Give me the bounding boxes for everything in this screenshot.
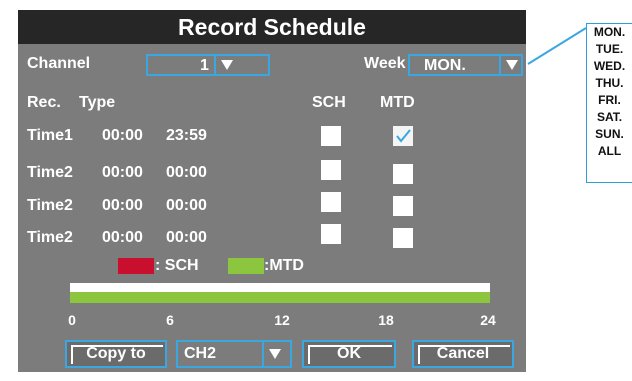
record-schedule-dialog: Record Schedule Channel 1 Week MON. Rec.… [18, 10, 526, 372]
week-label: Week [364, 55, 406, 72]
week-option[interactable]: SAT. [587, 109, 632, 126]
week-value: MON. [424, 57, 466, 74]
mtd-legend-swatch [228, 258, 264, 274]
col-mtd: MTD [380, 94, 415, 111]
sch-legend-swatch [118, 258, 154, 274]
ok-label: OK [337, 345, 361, 362]
mtd-checkbox[interactable] [393, 164, 413, 184]
copy-channel-select[interactable]: CH2 [176, 340, 292, 368]
timeline-bar [70, 283, 490, 303]
channel-select[interactable]: 1 [146, 54, 270, 76]
chevron-down-icon [506, 60, 518, 70]
timeline-tick: 18 [378, 312, 394, 328]
timeline-tick: 12 [274, 312, 290, 328]
col-sch: SCH [312, 94, 346, 111]
cancel-label: Cancel [436, 345, 490, 362]
week-option[interactable]: ALL [587, 143, 632, 160]
dialog-title: Record Schedule [18, 10, 526, 44]
timeline-tick: 0 [68, 312, 76, 328]
week-option[interactable]: TUE. [587, 41, 632, 58]
week-option[interactable]: WED. [587, 58, 632, 75]
copy-channel-dropdown-arrow[interactable] [262, 342, 286, 366]
sch-checkbox[interactable] [321, 224, 341, 244]
week-option[interactable]: THU. [587, 75, 632, 92]
timeline-mtd-fill [70, 292, 490, 303]
row-name: Time2 [27, 229, 73, 246]
row-end-time[interactable]: 23:59 [166, 127, 207, 145]
row-start-time[interactable]: 00:00 [102, 197, 143, 215]
channel-dropdown-arrow[interactable] [214, 56, 238, 74]
week-dropdown-arrow[interactable] [499, 56, 523, 74]
row-start-time[interactable]: 00:00 [102, 229, 143, 247]
sch-checkbox[interactable] [321, 160, 341, 180]
sch-checkbox[interactable] [321, 192, 341, 212]
checkmark-icon [396, 129, 411, 143]
row-end-time[interactable]: 00:00 [166, 229, 207, 247]
week-select[interactable]: MON. [408, 54, 523, 76]
week-option[interactable]: SUN. [587, 126, 632, 143]
mtd-checkbox[interactable] [393, 196, 413, 216]
copy-channel-value: CH2 [184, 345, 217, 362]
row-end-time[interactable]: 00:00 [166, 164, 207, 182]
row-end-time[interactable]: 00:00 [166, 197, 207, 215]
channel-value: 1 [200, 57, 209, 74]
week-option[interactable]: MON. [587, 24, 632, 41]
mtd-checkbox[interactable] [393, 228, 413, 248]
timeline-tick: 24 [480, 312, 496, 328]
week-option[interactable]: FRI. [587, 92, 632, 109]
col-type: Type [79, 94, 116, 111]
row-name: Time2 [27, 197, 73, 214]
timeline-tick: 6 [166, 312, 174, 328]
row-start-time[interactable]: 00:00 [102, 127, 143, 145]
chevron-down-icon [269, 349, 281, 359]
mtd-checkbox[interactable] [393, 126, 413, 146]
copy-to-label: Copy to [86, 345, 146, 362]
sch-legend-label: : SCH [155, 257, 199, 274]
sch-checkbox[interactable] [321, 126, 341, 146]
channel-label: Channel [27, 55, 91, 72]
cancel-button[interactable]: Cancel [412, 340, 514, 368]
ok-button[interactable]: OK [302, 340, 396, 368]
chevron-down-icon [221, 60, 233, 70]
week-options-list: MON. TUE. WED. THU. FRI. SAT. SUN. ALL [586, 23, 632, 183]
col-rec: Rec. [27, 94, 61, 111]
row-name: Time2 [27, 164, 73, 181]
row-start-time[interactable]: 00:00 [102, 164, 143, 182]
row-name: Time1 [27, 127, 73, 144]
copy-to-button[interactable]: Copy to [65, 340, 167, 368]
mtd-legend-label: :MTD [264, 257, 304, 274]
